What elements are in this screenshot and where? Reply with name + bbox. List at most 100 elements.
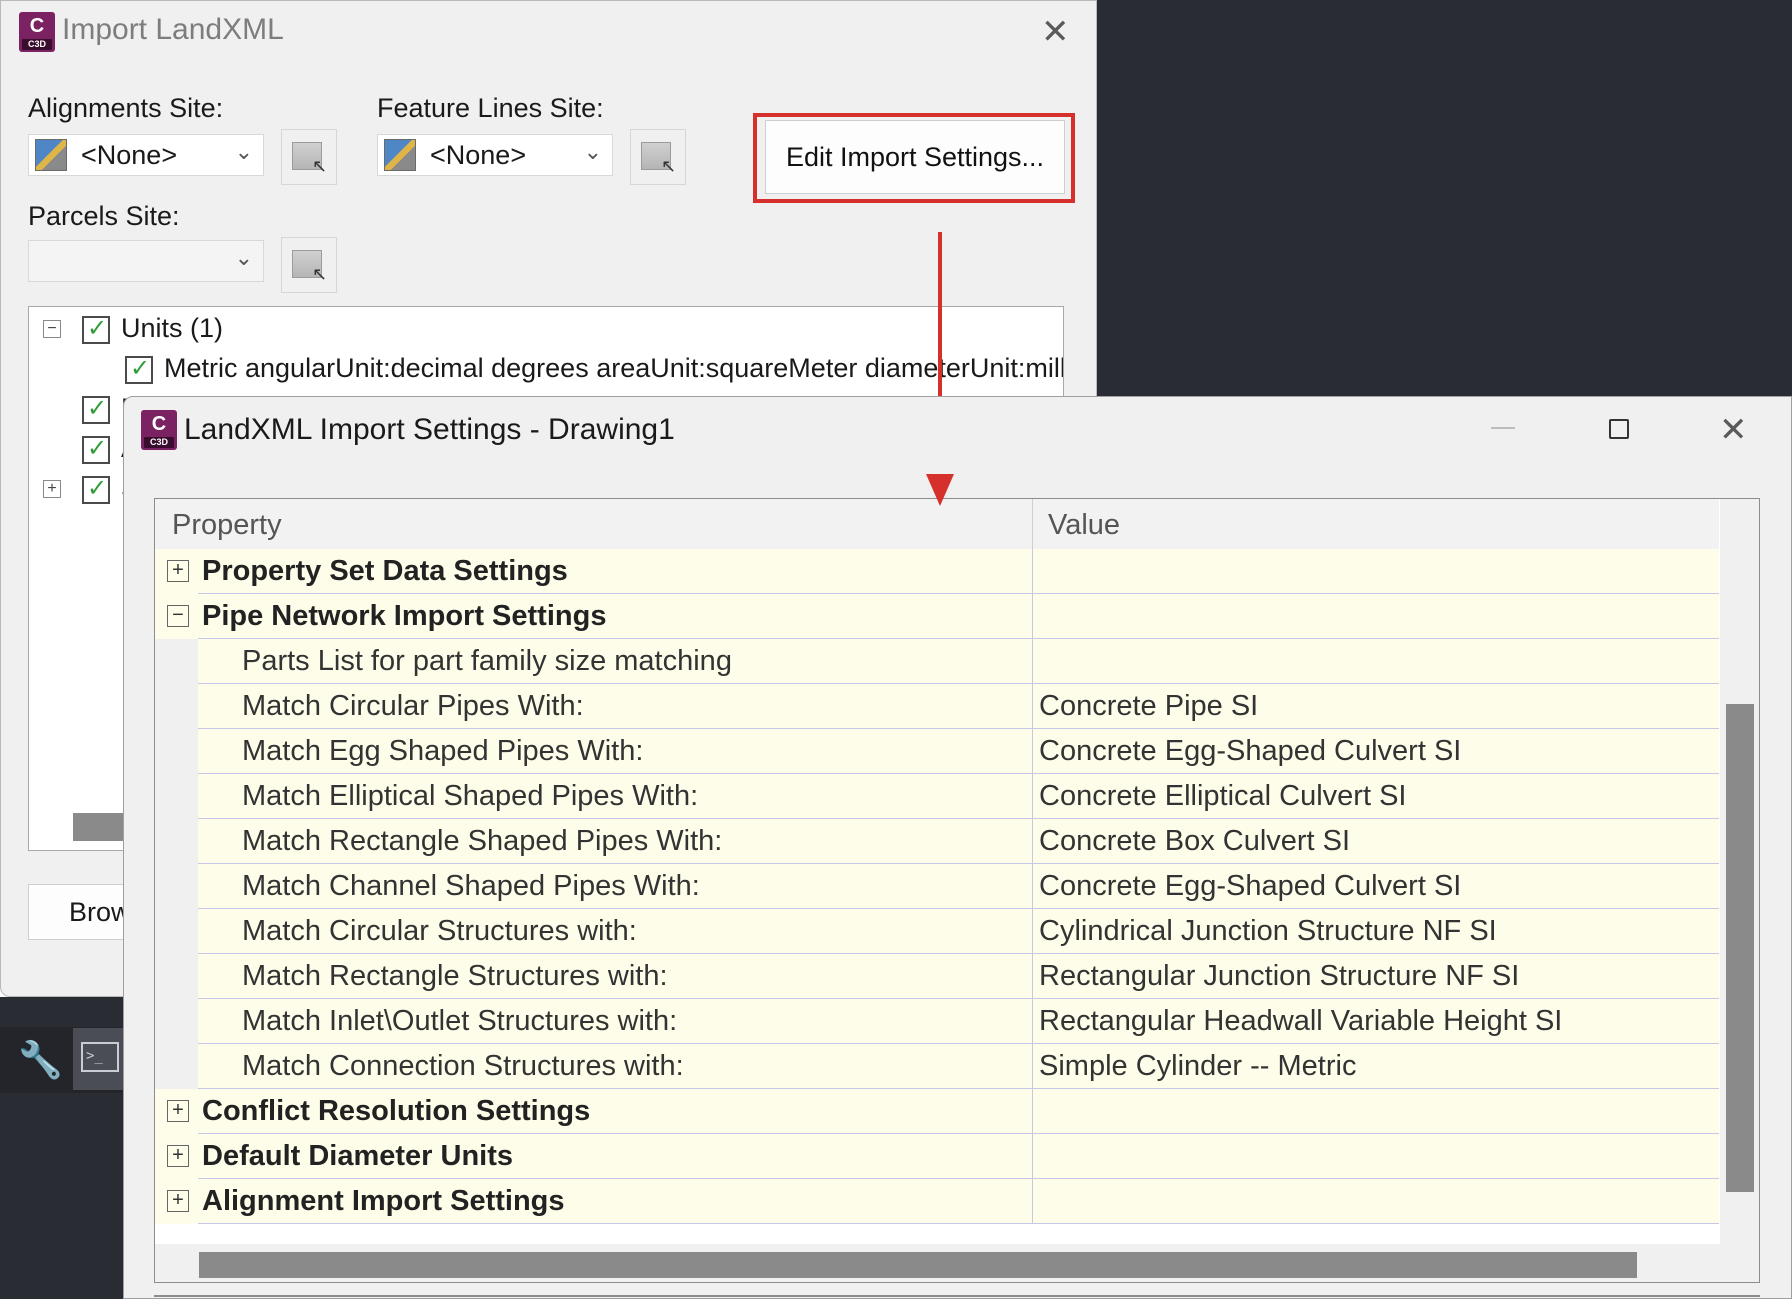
expand-icon[interactable]: + — [167, 1145, 189, 1167]
column-separator — [1032, 1089, 1033, 1134]
wrench-icon[interactable]: 🔧 — [18, 1040, 63, 1080]
grid-category-row[interactable]: + Conflict Resolution Settings — [155, 1089, 1719, 1134]
close-icon[interactable]: ✕ — [1719, 413, 1748, 447]
grid-property-row[interactable]: Match Connection Structures with: Simple … — [155, 1044, 1719, 1089]
property-name: Match Elliptical Shaped Pipes With: — [242, 780, 699, 812]
grid-property-row[interactable]: Match Circular Structures with: Cylindric… — [155, 909, 1719, 954]
units-checkbox[interactable] — [82, 314, 110, 344]
grid-property-row[interactable]: Parts List for part family size matching — [155, 639, 1719, 684]
parcels-site-label: Parcels Site: — [28, 201, 180, 231]
column-separator — [1032, 909, 1033, 954]
dialog-title: LandXML Import Settings - Drawing1 — [184, 413, 675, 446]
collapse-icon[interactable]: − — [43, 320, 61, 338]
tree-checkbox-2[interactable] — [82, 394, 110, 424]
property-column-header[interactable]: Property — [172, 509, 282, 542]
row-gutter — [155, 954, 198, 999]
property-value[interactable]: Cylindrical Junction Structure NF SI — [1039, 915, 1497, 948]
property-value[interactable]: Rectangular Headwall Variable Height SI — [1039, 1005, 1562, 1038]
units-child-checkbox[interactable] — [125, 354, 153, 384]
property-name: Pipe Network Import Settings — [202, 600, 607, 632]
property-value[interactable]: Rectangular Junction Structure NF SI — [1039, 960, 1519, 993]
column-separator — [1032, 549, 1033, 594]
property-name: Property Set Data Settings — [202, 555, 568, 587]
row-gutter — [155, 729, 198, 774]
row-gutter — [155, 819, 198, 864]
grid-header: Property Value — [155, 499, 1719, 550]
property-name: Match Channel Shaped Pipes With: — [242, 870, 700, 902]
row-gutter — [155, 1044, 198, 1089]
expand-icon[interactable]: + — [167, 560, 189, 582]
dialog-title: Import LandXML — [62, 13, 284, 46]
property-name: Match Rectangle Shaped Pipes With: — [242, 825, 723, 857]
feature-lines-site-dropdown[interactable]: <None> ⌄ — [377, 134, 613, 176]
grid-property-row[interactable]: Match Egg Shaped Pipes With: Concrete Egg… — [155, 729, 1719, 774]
close-icon[interactable]: ✕ — [1041, 15, 1070, 49]
column-separator — [1032, 864, 1033, 909]
property-name: Match Circular Pipes With: — [242, 690, 584, 722]
property-value[interactable]: Concrete Egg-Shaped Culvert SI — [1039, 735, 1461, 768]
row-gutter — [155, 999, 198, 1044]
feature-lines-site-label: Feature Lines Site: — [377, 93, 604, 123]
tree-checkbox-4[interactable] — [82, 474, 110, 504]
expand-icon[interactable]: + — [167, 1100, 189, 1122]
alignments-site-pick-button[interactable]: ↖ — [281, 129, 337, 185]
grid-category-row[interactable]: + Alignment Import Settings — [155, 1179, 1719, 1224]
property-name: Match Rectangle Structures with: — [242, 960, 668, 992]
cursor-icon: ↖ — [312, 264, 328, 284]
terminal-icon: >_ — [81, 1042, 119, 1072]
alignments-site-value: <None> — [81, 140, 178, 170]
collapse-icon[interactable]: − — [167, 605, 189, 627]
property-name: Default Diameter Units — [202, 1140, 514, 1172]
civil3d-app-icon: C C3D — [19, 12, 55, 52]
grid-property-row[interactable]: Match Circular Pipes With: Concrete Pipe … — [155, 684, 1719, 729]
landxml-import-settings-dialog: C C3D LandXML Import Settings - Drawing1… — [123, 396, 1792, 1299]
expand-icon[interactable]: + — [43, 480, 61, 498]
expand-icon[interactable]: + — [167, 1190, 189, 1212]
minimize-icon[interactable] — [1491, 427, 1515, 429]
parcels-site-pick-button[interactable]: ↖ — [281, 237, 337, 293]
site-icon — [35, 139, 67, 171]
alignments-site-dropdown[interactable]: <None> ⌄ — [28, 134, 264, 176]
parcels-site-dropdown[interactable]: ⌄ — [28, 240, 264, 282]
cursor-icon: ↖ — [312, 156, 328, 176]
property-value[interactable]: Concrete Pipe SI — [1039, 690, 1258, 723]
property-value[interactable]: Concrete Elliptical Culvert SI — [1039, 780, 1406, 813]
property-value[interactable]: Simple Cylinder -- Metric — [1039, 1050, 1356, 1083]
chevron-down-icon: ⌄ — [234, 139, 253, 164]
grid-property-row[interactable]: Match Rectangle Shaped Pipes With: Concre… — [155, 819, 1719, 864]
row-gutter — [155, 774, 198, 819]
command-line-button[interactable]: >_ — [73, 1028, 127, 1090]
grid-property-row[interactable]: Match Channel Shaped Pipes With: Concrete… — [155, 864, 1719, 909]
tree-checkbox-3[interactable] — [82, 434, 110, 464]
property-name: Match Egg Shaped Pipes With: — [242, 735, 644, 767]
property-grid[interactable]: Property Value + Property Set Data Settin… — [154, 498, 1760, 1283]
grid-category-row[interactable]: + Property Set Data Settings — [155, 549, 1719, 594]
value-column-header[interactable]: Value — [1048, 509, 1120, 542]
annotation-arrowhead — [926, 474, 954, 506]
grid-category-row[interactable]: − Pipe Network Import Settings — [155, 594, 1719, 639]
tree-item-units[interactable]: Units (1) — [121, 313, 223, 344]
grid-property-row[interactable]: Match Elliptical Shaped Pipes With: Concr… — [155, 774, 1719, 819]
grid-property-row[interactable]: Match Rectangle Structures with: Rectangu… — [155, 954, 1719, 999]
column-separator — [1032, 684, 1033, 729]
horizontal-scroll-thumb[interactable] — [199, 1252, 1637, 1278]
column-separator — [1032, 774, 1033, 819]
property-name: Alignment Import Settings — [202, 1185, 565, 1217]
column-separator — [1032, 639, 1033, 684]
cursor-icon: ↖ — [661, 156, 677, 176]
maximize-icon[interactable] — [1609, 419, 1629, 439]
property-name: Parts List for part family size matching — [242, 645, 732, 677]
grid-category-row[interactable]: + Default Diameter Units — [155, 1134, 1719, 1179]
alignments-site-label: Alignments Site: — [28, 93, 224, 123]
site-icon — [384, 139, 416, 171]
row-gutter — [155, 864, 198, 909]
property-value[interactable]: Concrete Egg-Shaped Culvert SI — [1039, 870, 1461, 903]
grid-property-row[interactable]: Match Inlet\Outlet Structures with: Recta… — [155, 999, 1719, 1044]
column-separator — [1032, 1134, 1033, 1179]
property-name: Match Connection Structures with: — [242, 1050, 684, 1082]
tree-item-metric[interactable]: Metric angularUnit:decimal degrees areaU… — [164, 353, 1063, 384]
feature-lines-site-pick-button[interactable]: ↖ — [630, 129, 686, 185]
vertical-scroll-thumb[interactable] — [1726, 704, 1754, 1192]
property-name: Match Circular Structures with: — [242, 915, 637, 947]
property-value[interactable]: Concrete Box Culvert SI — [1039, 825, 1350, 858]
